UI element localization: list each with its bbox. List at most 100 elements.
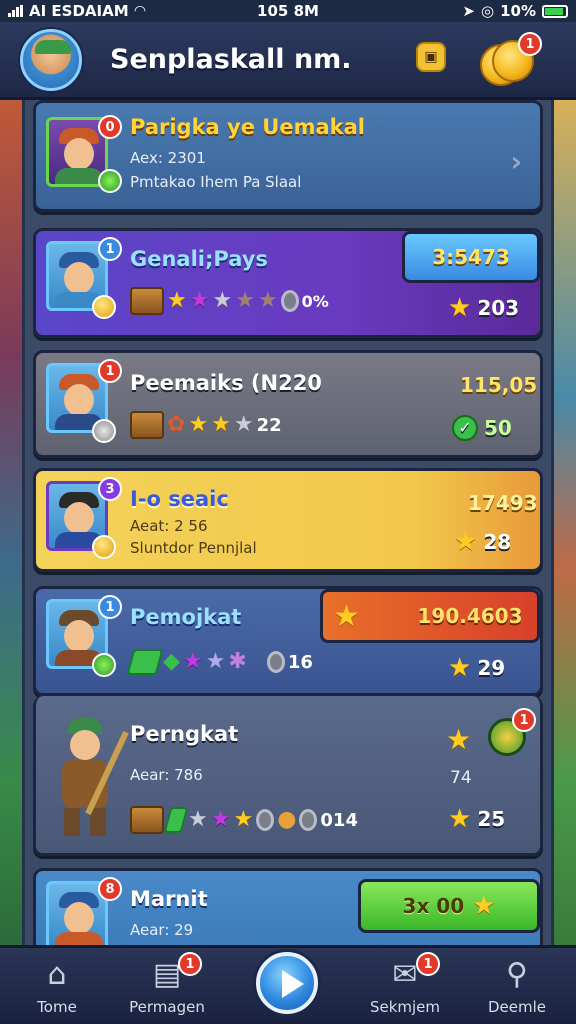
star-icon: ★: [212, 288, 233, 313]
star-icon: ★: [448, 804, 472, 834]
check-icon: [98, 169, 122, 193]
star-icon: ★: [446, 723, 472, 756]
wifi-icon: ◠: [134, 3, 146, 19]
level-icon: [92, 535, 116, 559]
character-figure: [50, 718, 129, 838]
check-count: ✓ 50: [452, 415, 512, 441]
player-avatar[interactable]: [20, 28, 82, 91]
card-title: Peemaiks (N220: [130, 371, 322, 395]
star-icon: ★: [167, 288, 187, 313]
reward-items: ✿ ★ ★ ★ 22: [130, 411, 282, 439]
battery-percent: 10%: [500, 2, 536, 20]
notification-badge: 1: [416, 952, 440, 976]
status-bar: AI ESDAIAM ◠ 105 8M ➤ ◎ 10%: [0, 0, 576, 22]
carrier-label: AI ESDAIAM: [29, 2, 129, 20]
value-label: 74: [450, 768, 472, 788]
value-button[interactable]: ★ 190.4603: [320, 589, 540, 643]
card-title: Marnit: [130, 887, 208, 911]
coin-icon: ●: [277, 807, 297, 832]
card-title: Perngkat: [130, 722, 239, 746]
notification-badge: 1: [178, 952, 202, 976]
page-title: Senplaskall nm.: [110, 44, 352, 75]
count-label: 50: [484, 416, 512, 440]
reward-items: ★ ★ ★ ● 014: [130, 806, 358, 834]
star-count: ★ 29: [448, 655, 505, 681]
card-description: Sluntdor Pennjlal: [130, 539, 257, 557]
value-label: 115,05: [460, 373, 538, 397]
notification-badge: 8: [98, 877, 122, 901]
signal-icon: [8, 5, 23, 17]
nav-label: Permagen: [129, 998, 205, 1016]
check-icon: [92, 653, 116, 677]
star-icon: ★: [235, 288, 255, 313]
value-button[interactable]: 3x 00 ★: [358, 879, 540, 933]
crate-icon: [130, 806, 164, 834]
ring-icon: [299, 809, 318, 831]
value-label: 3:5473: [432, 245, 510, 269]
list-item[interactable]: 1 Peemaiks (N220 ✿ ★ ★ ★ 22 115,05 ✓ 50: [33, 350, 543, 458]
star-icon: ★: [182, 649, 203, 674]
coins-button[interactable]: 1: [480, 32, 542, 88]
notification-badge: 3: [98, 477, 122, 501]
crate-icon: [130, 287, 164, 315]
play-button[interactable]: [256, 952, 318, 1014]
notification-badge: 1: [98, 359, 122, 383]
chest-icon[interactable]: ▣: [416, 42, 446, 72]
card-subtitle: Aeat: 2 56: [130, 517, 208, 535]
star-icon: ★: [188, 807, 208, 832]
list-item[interactable]: Perngkat Aear: 786 ★ ★ ★ ● 014 ★ 1 74 ★ …: [33, 696, 543, 856]
reward-items: ◆ ★ ★ ✱ 16: [126, 649, 313, 675]
star-icon: ★: [233, 412, 254, 437]
nav-item-search[interactable]: ⚲ Deemle: [462, 948, 572, 1024]
star-icon: ★: [448, 293, 472, 323]
search-icon: ⚲: [506, 957, 528, 992]
card-title: Genali;Pays: [130, 247, 268, 271]
gem-icon: [163, 807, 189, 833]
value-button[interactable]: 3:5473: [402, 231, 540, 283]
nav-item-mail[interactable]: ✉ 1 Sekmjem: [350, 948, 460, 1024]
check-icon: ✓: [452, 415, 478, 441]
level-icon: [92, 295, 116, 319]
items-count: 16: [287, 651, 313, 673]
star-icon: ★: [472, 891, 496, 921]
list-item[interactable]: 8 Marnit Aear: 29 3x 00 ★: [33, 868, 543, 945]
card-subtitle: Aear: 786: [130, 766, 203, 784]
list-item[interactable]: 1 Genali;Pays ★ ★ ★ ★ ★ 0% 3:5473 ★ 203: [33, 228, 543, 338]
notification-badge: 1: [98, 237, 122, 261]
star-icon: ★: [448, 653, 472, 683]
list-item[interactable]: 1 Pemojkat ◆ ★ ★ ✱ 16 ★ 190.4603 ★ 29: [33, 586, 543, 696]
notification-badge: 0: [98, 115, 122, 139]
gem-icon: [126, 649, 164, 675]
notification-badge: 1: [512, 708, 536, 732]
sparkle-icon: ✱: [228, 649, 247, 674]
value-label: 190.4603: [417, 604, 523, 628]
crate-icon: [130, 411, 164, 439]
nav-label: Sekmjem: [369, 998, 441, 1016]
reward-items: ★ ★ ★ ★ ★ 0%: [130, 287, 329, 315]
clock: 105 8M: [257, 2, 319, 20]
card-title: Pemojkat: [130, 605, 242, 629]
app-header: Senplaskall nm. ▣ 1: [0, 22, 576, 100]
value-label: 3x 00: [402, 894, 465, 918]
notification-badge: 1: [518, 32, 542, 56]
star-icon: ★: [233, 807, 254, 832]
nav-item-home[interactable]: ⌂ Tome: [2, 948, 112, 1024]
location-icon: ➤: [462, 2, 475, 20]
clock-icon: [92, 419, 116, 443]
bottom-nav: ⌂ Tome ▤ 1 Permagen ✉ 1 Sekmjem ⚲ Deemle: [0, 945, 576, 1024]
card-subtitle: Aex: 2301: [130, 149, 206, 167]
event-list[interactable]: 0 Parigka ye Uemakal Aex: 2301 Pmtakao I…: [22, 100, 554, 945]
star-icon: ★: [333, 599, 360, 634]
star-icon: ★: [211, 412, 231, 437]
list-item[interactable]: 0 Parigka ye Uemakal Aex: 2301 Pmtakao I…: [33, 100, 543, 212]
star-count: ★ 28: [454, 529, 511, 555]
alarm-icon: ◎: [481, 2, 495, 20]
nav-label: Tome: [37, 998, 77, 1016]
nav-item-shop[interactable]: ▤ 1 Permagen: [112, 948, 222, 1024]
star-count: ★ 25: [448, 806, 505, 832]
battery-icon: [542, 4, 568, 18]
chevron-right-icon[interactable]: ›: [510, 145, 522, 178]
list-item[interactable]: 3 I-o seaic Aeat: 2 56 Sluntdor Pennjlal…: [33, 468, 543, 572]
items-count: 014: [320, 809, 358, 831]
count-label: 203: [477, 296, 520, 320]
